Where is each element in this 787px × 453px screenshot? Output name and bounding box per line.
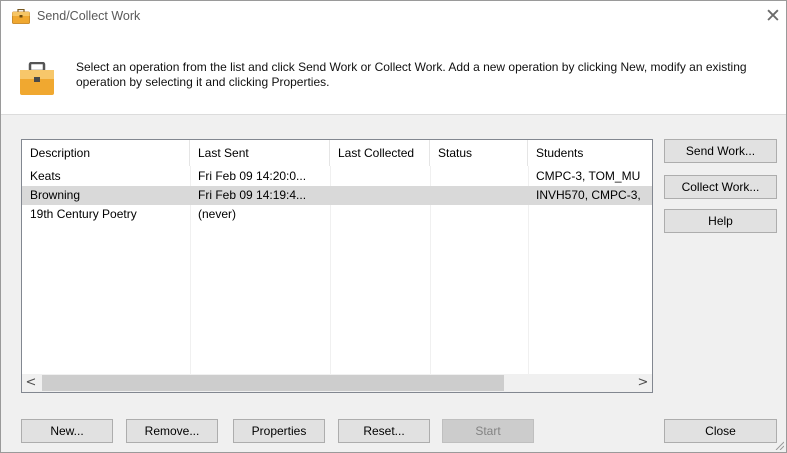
- reset-button[interactable]: Reset...: [338, 419, 430, 443]
- cell-last-sent: Fri Feb 09 14:20:0...: [198, 169, 307, 183]
- start-button[interactable]: Start: [442, 419, 534, 443]
- table-row[interactable]: Keats Fri Feb 09 14:20:0... CMPC-3, TOM_…: [22, 167, 652, 186]
- column-header-students[interactable]: Students: [528, 140, 652, 166]
- column-header-status[interactable]: Status: [430, 140, 528, 166]
- title-bar: Send/Collect Work ✕: [1, 1, 786, 32]
- cell-students: CMPC-3, TOM_MU: [536, 169, 641, 183]
- remove-button[interactable]: Remove...: [126, 419, 218, 443]
- properties-button[interactable]: Properties: [233, 419, 325, 443]
- send-work-button[interactable]: Send Work...: [664, 139, 777, 163]
- operations-list[interactable]: Description Last Sent Last Collected Sta…: [21, 139, 653, 393]
- cell-last-sent: Fri Feb 09 14:19:4...: [198, 188, 307, 202]
- close-button[interactable]: Close: [664, 419, 777, 443]
- table-row[interactable]: 19th Century Poetry (never): [22, 205, 652, 224]
- send-collect-dialog: Send/Collect Work ✕ Select an operation …: [0, 0, 787, 453]
- briefcase-icon: [12, 9, 30, 24]
- instructions-header: Select an operation from the list and cl…: [1, 32, 786, 114]
- cell-last-collected: [330, 167, 430, 186]
- cell-status: [430, 167, 528, 186]
- cell-description: 19th Century Poetry: [30, 207, 137, 221]
- scrollbar-thumb[interactable]: [42, 375, 504, 391]
- cell-description: Keats: [30, 169, 61, 183]
- cell-last-sent: (never): [198, 207, 237, 221]
- instructions-text: Select an operation from the list and cl…: [76, 60, 747, 89]
- column-header-description[interactable]: Description: [22, 140, 190, 166]
- header-divider: [1, 114, 786, 115]
- cell-last-collected: [330, 205, 430, 224]
- column-header-last-collected[interactable]: Last Collected: [330, 140, 430, 166]
- help-button[interactable]: Help: [664, 209, 777, 233]
- cell-description: Browning: [30, 188, 81, 202]
- close-window-button[interactable]: ✕: [761, 5, 785, 27]
- briefcase-icon: [20, 62, 54, 95]
- cell-status: [430, 186, 528, 205]
- collect-work-button[interactable]: Collect Work...: [664, 175, 777, 199]
- table-row[interactable]: Browning Fri Feb 09 14:19:4... INVH570, …: [22, 186, 652, 205]
- scroll-right-arrow-icon[interactable]: >: [634, 374, 652, 392]
- cell-last-collected: [330, 186, 430, 205]
- new-button[interactable]: New...: [21, 419, 113, 443]
- cell-status: [430, 205, 528, 224]
- horizontal-scrollbar[interactable]: < >: [22, 374, 652, 392]
- window-title: Send/Collect Work: [37, 9, 141, 23]
- column-header-last-sent[interactable]: Last Sent: [190, 140, 330, 166]
- cell-students: INVH570, CMPC-3,: [536, 188, 641, 202]
- scroll-left-arrow-icon[interactable]: <: [22, 374, 40, 392]
- resize-grip-icon[interactable]: [774, 440, 784, 450]
- cell-students: [528, 205, 652, 224]
